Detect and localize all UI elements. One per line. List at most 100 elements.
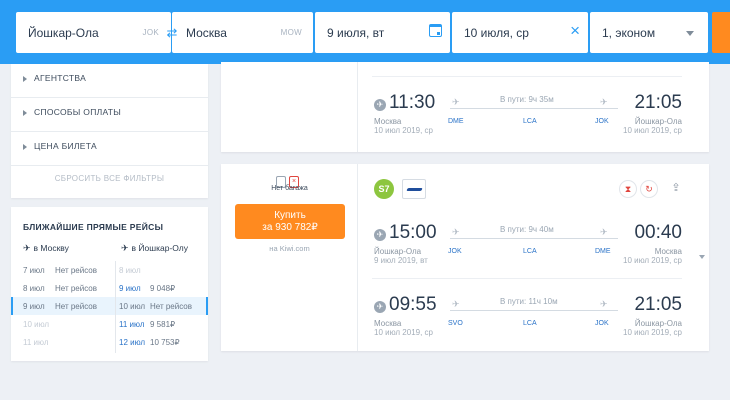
flight-segment-return[interactable]: ✈ 09:55 Москва 10 июл 2019, ср ✈ В пути:… [372,288,682,350]
ticket-offer-panel [221,62,358,152]
origin-field[interactable]: Йошкар-Ола JOK [16,12,171,53]
arrival-date: 10 июл 2019, ср [623,256,682,265]
flight-duration: В пути: 11ч 10м [500,297,558,306]
return-date-field[interactable]: 10 июля, ср × [452,12,588,53]
passengers-value: 1, эконом [602,26,656,40]
airport-code: SVO [448,320,463,327]
return-date: 10 июля, ср [464,26,529,40]
reset-filters-button[interactable]: СБРОСИТЬ ВСЕ ФИЛЬТРЫ [11,174,208,183]
close-icon[interactable]: × [570,22,580,40]
arrival-time: 21:05 [634,294,682,315]
agent-link[interactable]: на Kiwi.com [221,244,358,253]
direct-row-outbound[interactable]: 8 июл Нет рейсов [11,279,115,297]
passengers-select[interactable]: 1, эконом [590,12,708,53]
ticket-price: за 930 782₽ [262,222,318,233]
aeroflot-airline-logo [402,179,426,199]
destination-city: Москва [186,26,227,40]
filter-label: АГЕНТСТВА [34,73,87,83]
plane-icon: ✈ [121,243,129,253]
takeoff-icon: ✈ [452,97,460,107]
airport-code: DME [595,248,611,255]
to-yoshkar-header: ✈ в Йошкар-Олу [121,243,188,253]
arrival-city: Йошкар-Ола [634,319,682,328]
chevron-down-icon [686,31,694,36]
direct-row-inbound[interactable]: 12 июл 10 753₽ [116,333,208,351]
plane-icon: ✈ [23,243,31,253]
takeoff-icon: ✈ [452,299,460,309]
plane-icon: ✈ [374,301,386,313]
buy-label: Купить [274,210,306,221]
chevron-right-icon [23,110,27,116]
buy-button[interactable]: Купить за 930 782₽ [235,204,345,239]
flight-segment-return[interactable]: ✈ 11:30 Москва 10 июл 2019, ср ✈ В пути:… [372,86,682,148]
arrival-time: 21:05 [634,92,682,113]
depart-date: 9 июля, вт [327,26,385,40]
landing-icon: ✈ [600,97,608,107]
direct-row-inbound[interactable]: 9 июл 9 048₽ [116,279,208,297]
filter-payment-methods[interactable]: СПОСОБЫ ОПЛАТЫ [11,98,208,132]
departure-time: 11:30 [389,92,436,113]
selection-indicator [206,297,208,315]
airport-code: LCA [523,320,537,327]
direct-row-outbound[interactable]: 7 июл Нет рейсов [11,261,115,279]
ticket-offer-panel: × Нет багажа Купить за 930 782₽ на Kiwi.… [221,164,358,351]
filter-agencies[interactable]: АГЕНТСТВА [11,64,208,98]
departure-date: 10 июл 2019, ср [374,328,433,337]
direct-row-inbound[interactable]: 11 июл 9 581₽ [116,315,208,333]
s7-airline-logo: S7 [374,179,394,199]
landing-icon: ✈ [600,227,608,237]
destination-field[interactable]: Москва MOW [172,12,313,53]
direct-row-outbound[interactable]: 11 июл [11,333,115,351]
share-icon[interactable]: ⇪ [667,180,685,198]
route-line [450,108,618,109]
to-moscow-header: ✈ в Москву [23,243,69,253]
airport-code: JOK [448,248,462,255]
airport-code: JOK [595,320,609,327]
direct-row-outbound[interactable]: 10 июл [11,315,115,333]
filter-label: СПОСОБЫ ОПЛАТЫ [34,107,122,117]
arrival-city: Йошкар-Ола [634,117,682,126]
ticket-card: × Нет багажа Купить за 930 782₽ на Kiwi.… [221,164,709,351]
search-bar: Йошкар-Ола JOK ⇄ Москва MOW 9 июля, вт 1… [0,0,730,64]
departure-date: 10 июл 2019, ср [374,126,433,135]
refresh-icon[interactable]: ↻ [640,180,658,198]
hourglass-icon[interactable]: ⧗ [619,180,637,198]
direct-row-inbound[interactable]: 8 июл [116,261,208,279]
swap-icon[interactable]: ⇄ [164,25,180,41]
direct-row-inbound-selected[interactable]: 10 июл Нет рейсов [116,297,208,315]
takeoff-icon: ✈ [452,227,460,237]
destination-code: MOW [280,28,302,37]
flight-duration: В пути: 9ч 40м [500,225,554,234]
selection-indicator [11,297,13,315]
flight-segment-outbound[interactable]: ✈ 15:00 Йошкар-Ола 9 июл 2019, вт ✈ В пу… [372,216,682,278]
airport-code: DME [448,118,464,125]
direct-row-outbound-selected[interactable]: 9 июл Нет рейсов [11,297,115,315]
airport-code: JOK [595,118,609,125]
arrival-date: 10 июл 2019, ср [623,126,682,135]
filter-ticket-price[interactable]: ЦЕНА БИЛЕТА [11,132,208,166]
departure-city: Москва [374,117,402,126]
departure-time: 09:55 [389,294,437,315]
departure-time: 15:00 [389,222,437,243]
route-line [450,238,618,239]
plane-icon: ✈ [374,99,386,111]
ticket-card: ✈ 11:30 Москва 10 июл 2019, ср ✈ В пути:… [221,62,709,152]
calendar-icon[interactable] [429,24,442,37]
airport-code: LCA [523,118,537,125]
plane-icon: ✈ [374,229,386,241]
segment-divider [372,278,682,279]
depart-date-field[interactable]: 9 июля, вт [315,12,450,53]
search-button[interactable] [712,12,730,53]
filter-label: ЦЕНА БИЛЕТА [34,141,97,151]
departure-city: Йошкар-Ола [374,247,422,256]
arrival-city: Москва [654,247,682,256]
arrival-date: 10 июл 2019, ср [623,328,682,337]
landing-icon: ✈ [600,299,608,309]
chevron-down-icon[interactable] [699,255,705,259]
departure-date: 9 июл 2019, вт [374,256,428,265]
direct-flights-panel: БЛИЖАЙШИЕ ПРЯМЫЕ РЕЙСЫ ✈ в Москву ✈ в Йошк… [11,207,208,361]
baggage-label: Нет багажа [271,185,308,192]
flight-duration: В пути: 9ч 35м [500,95,554,104]
arrival-time: 00:40 [634,222,682,243]
origin-city: Йошкар-Ола [28,26,99,40]
